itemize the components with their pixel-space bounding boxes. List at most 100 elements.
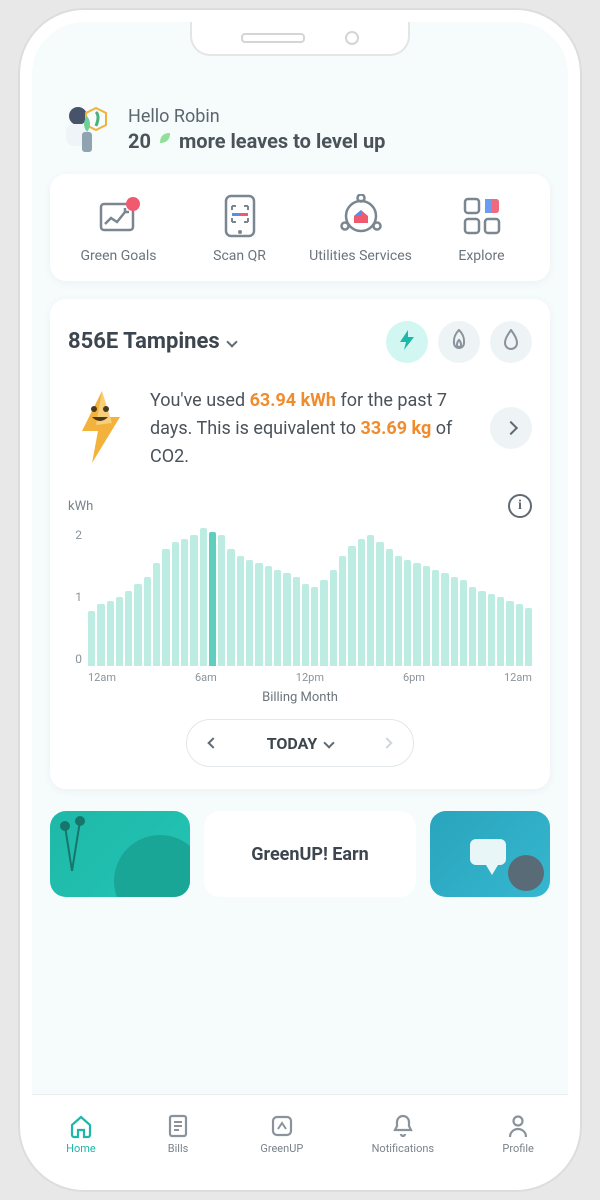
chart-bar[interactable] — [367, 535, 374, 666]
utility-gas-button[interactable] — [438, 321, 480, 363]
chart-bar[interactable] — [134, 584, 141, 667]
chart-bar[interactable] — [246, 560, 253, 667]
tab-label: GreenUP — [260, 1142, 303, 1155]
promo-title: GreenUP! Earn — [251, 844, 368, 865]
chevron-down-icon — [324, 738, 335, 749]
utility-electricity-button[interactable] — [386, 321, 428, 363]
chart-bar[interactable] — [107, 601, 114, 667]
chart-bar[interactable] — [320, 580, 327, 666]
avatar[interactable] — [60, 102, 114, 156]
usage-details-button[interactable] — [490, 407, 532, 449]
tab-greenup[interactable]: GreenUP — [260, 1112, 303, 1155]
quick-actions-card: Green Goals Scan QR Utilities Services Expl… — [50, 174, 550, 281]
chart-bar[interactable] — [97, 604, 104, 666]
chart-bar[interactable] — [386, 549, 393, 666]
chevron-right-icon — [382, 738, 393, 749]
chart-bar[interactable] — [218, 535, 225, 666]
chart-bar[interactable] — [460, 580, 467, 666]
home-icon — [67, 1112, 95, 1140]
chart-bar[interactable] — [404, 560, 411, 667]
chart-bar[interactable] — [274, 570, 281, 667]
chart-bar[interactable] — [293, 577, 300, 667]
notch — [190, 22, 410, 56]
chart-bar[interactable] — [162, 549, 169, 666]
chart-bar[interactable] — [348, 546, 355, 667]
chart-bar[interactable] — [125, 591, 132, 667]
info-icon[interactable]: i — [508, 494, 532, 518]
tab-label: Notifications — [372, 1142, 435, 1155]
chart-y-axis: 210 — [68, 524, 88, 684]
promo-card-center[interactable]: GreenUP! Earn — [204, 811, 416, 897]
chart-bar[interactable] — [200, 528, 207, 666]
chart-bar[interactable] — [88, 611, 95, 666]
chart-bar[interactable] — [395, 556, 402, 666]
utility-water-button[interactable] — [490, 321, 532, 363]
chart-bar[interactable] — [283, 573, 290, 666]
tab-label: Profile — [502, 1142, 533, 1155]
chart-bar[interactable] — [330, 570, 337, 667]
chart-bar[interactable] — [497, 597, 504, 666]
water-icon — [502, 329, 520, 355]
bolt-mascot-icon — [68, 387, 132, 467]
quick-action-qr-scan[interactable]: Scan QR — [185, 194, 295, 265]
chart-bar[interactable] — [516, 604, 523, 666]
chevron-left-icon — [207, 738, 218, 749]
date-prev-button[interactable] — [187, 720, 239, 766]
promo-card-left[interactable] — [50, 811, 190, 897]
tab-home[interactable]: Home — [66, 1112, 96, 1155]
tab-notifications[interactable]: Notifications — [372, 1112, 435, 1155]
chart-bar[interactable] — [506, 601, 513, 667]
quick-action-label: Scan QR — [213, 248, 266, 265]
chart-bar[interactable] — [181, 539, 188, 667]
tab-profile[interactable]: Profile — [502, 1112, 533, 1155]
tab-bills[interactable]: Bills — [164, 1112, 192, 1155]
chart-bars — [88, 528, 532, 666]
utility-toggle-group — [386, 321, 532, 363]
chart-bar[interactable] — [488, 594, 495, 666]
chart-bar[interactable] — [311, 587, 318, 666]
chart-y-label: kWh — [68, 499, 93, 514]
chart-bar[interactable] — [190, 535, 197, 666]
chart-bar[interactable] — [255, 563, 262, 667]
quick-action-grid[interactable]: Explore — [427, 194, 537, 265]
greeting-row: Hello Robin 20 more leaves to level up — [50, 82, 550, 174]
chart-bar[interactable] — [144, 577, 151, 667]
date-current-button[interactable]: TODAY — [239, 734, 362, 753]
grid-icon — [460, 194, 504, 238]
chevron-right-icon — [504, 421, 518, 435]
chart-bar[interactable] — [237, 556, 244, 666]
usage-chart: kWh i 210 12am6am12pm6pm12am Billing Mon… — [68, 494, 532, 705]
chart-bar[interactable] — [227, 549, 234, 666]
chart-bar[interactable] — [525, 608, 532, 667]
person-icon — [504, 1112, 532, 1140]
chart-bar[interactable] — [469, 587, 476, 666]
chart-bar[interactable] — [153, 563, 160, 667]
chart-bar[interactable] — [432, 570, 439, 667]
chart-bar[interactable] — [265, 566, 272, 666]
chart-bar[interactable] — [339, 556, 346, 666]
electricity-icon — [397, 329, 417, 355]
chart-bar[interactable] — [441, 573, 448, 666]
usage-card: 856E Tampines You've used 63.94 — [50, 299, 550, 790]
tab-label: Bills — [168, 1142, 189, 1155]
date-next-button[interactable] — [361, 720, 413, 766]
promo-card-right[interactable] — [430, 811, 550, 897]
quick-action-home-network[interactable]: Utilities Services — [306, 194, 416, 265]
quick-action-label: Explore — [458, 248, 504, 265]
promo-row: GreenUP! Earn — [50, 811, 550, 897]
bill-icon — [164, 1112, 192, 1140]
chart-bar[interactable] — [478, 591, 485, 667]
usage-summary: You've used 63.94 kWh for the past 7 day… — [68, 387, 532, 471]
chart-bar[interactable] — [209, 532, 216, 667]
chart-bar[interactable] — [358, 539, 365, 667]
chart-bar[interactable] — [423, 566, 430, 666]
up-icon — [268, 1112, 296, 1140]
location-selector[interactable]: 856E Tampines — [68, 329, 236, 354]
chart-bar[interactable] — [172, 542, 179, 666]
quick-action-chart-badge[interactable]: Green Goals — [64, 194, 174, 265]
chart-bar[interactable] — [413, 563, 420, 667]
chart-bar[interactable] — [451, 577, 458, 667]
chart-bar[interactable] — [302, 584, 309, 667]
chart-bar[interactable] — [376, 542, 383, 666]
chart-bar[interactable] — [116, 597, 123, 666]
